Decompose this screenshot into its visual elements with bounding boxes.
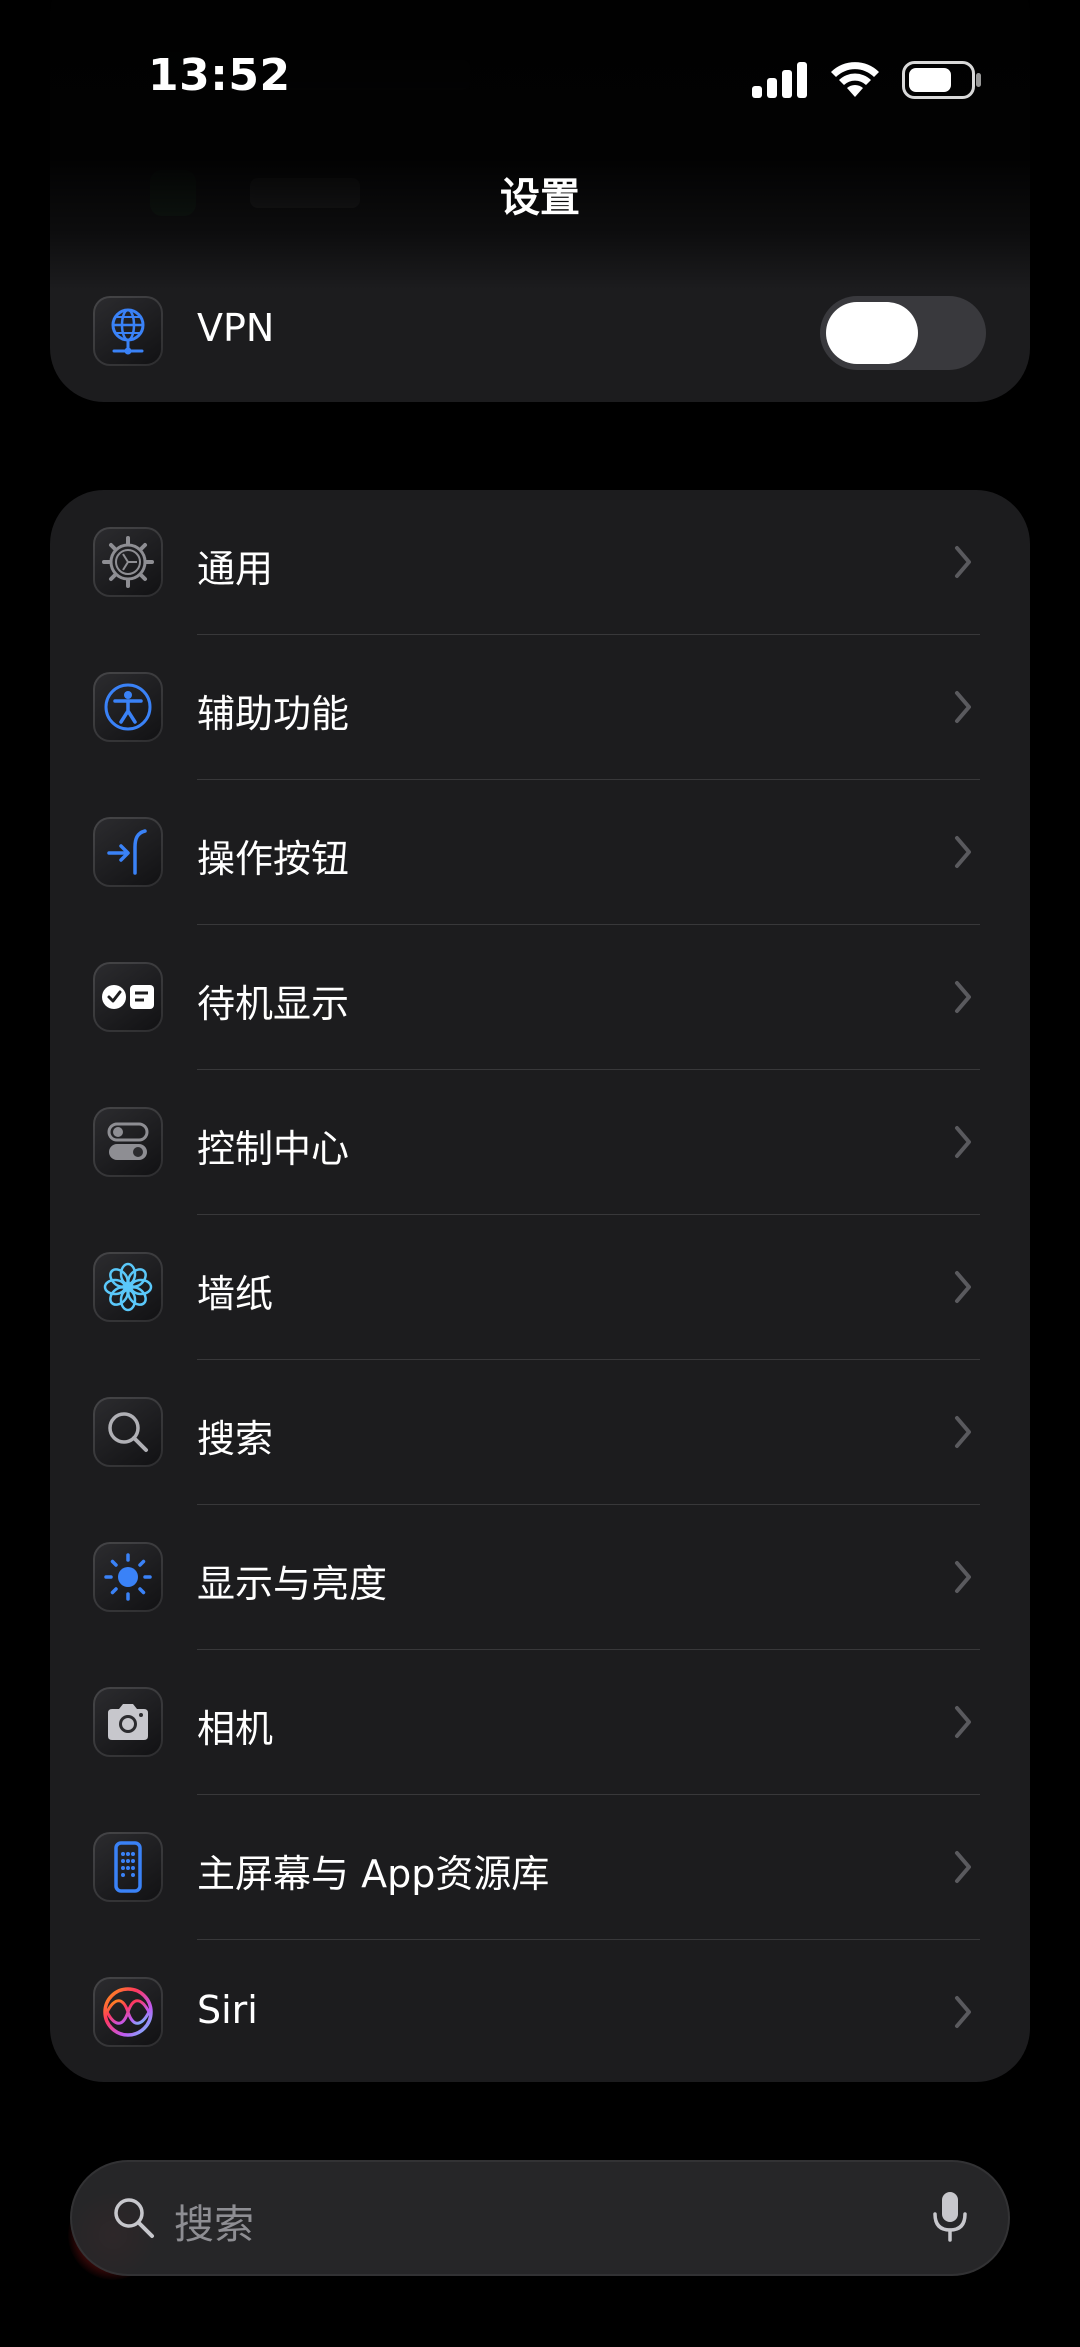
- vpn-globe-icon: [93, 296, 163, 366]
- chevron-right-icon: [955, 1416, 971, 1448]
- wifi-icon: [831, 62, 879, 97]
- settings-row-accessibility[interactable]: 辅助功能: [50, 635, 1030, 780]
- settings-row-label: 辅助功能: [197, 692, 350, 736]
- home-screen-icon: [93, 1832, 163, 1902]
- settings-row-general[interactable]: 通用: [50, 490, 1030, 635]
- chevron-right-icon: [955, 691, 971, 723]
- chevron-right-icon: [955, 1851, 971, 1883]
- navigation-blur: [0, 0, 1080, 290]
- siri-icon: [93, 1977, 163, 2047]
- toggle-knob: [826, 302, 918, 364]
- standby-icon: [93, 962, 163, 1032]
- chevron-right-icon: [955, 1271, 971, 1303]
- chevron-right-icon: [955, 1996, 971, 2028]
- microphone-icon[interactable]: [932, 2190, 968, 2244]
- settings-row-camera[interactable]: 相机: [50, 1650, 1030, 1795]
- settings-screen: 13:52 设置 VPN 通用 辅助功能 操作按钮 待机显示 控制中心 墙纸 搜…: [0, 0, 1080, 2347]
- cellular-signal-icon: [752, 62, 807, 98]
- magnifier-icon: [93, 1397, 163, 1467]
- wallpaper-flower-icon: [93, 1252, 163, 1322]
- settings-row-label: 操作按钮: [197, 837, 350, 881]
- vpn-label: VPN: [197, 306, 275, 350]
- battery-icon: [902, 61, 981, 99]
- settings-row-siri[interactable]: Siri: [50, 1940, 1030, 2085]
- settings-group: 通用 辅助功能 操作按钮 待机显示 控制中心 墙纸 搜索 显示与亮度 相机 主屏…: [50, 490, 1030, 2082]
- settings-row-control-center[interactable]: 控制中心: [50, 1070, 1030, 1215]
- search-input[interactable]: 搜索: [174, 2192, 254, 2250]
- chevron-right-icon: [955, 1706, 971, 1738]
- chevron-right-icon: [955, 1126, 971, 1158]
- search-icon: [114, 2198, 154, 2238]
- settings-row-label: 通用: [197, 547, 274, 591]
- chevron-right-icon: [955, 981, 971, 1013]
- gear-icon: [93, 527, 163, 597]
- page-title: 设置: [500, 175, 580, 221]
- vpn-row[interactable]: VPN: [50, 286, 1030, 402]
- settings-row-label: 待机显示: [197, 982, 350, 1026]
- accessibility-icon: [93, 672, 163, 742]
- action-button-icon: [93, 817, 163, 887]
- settings-row-label: 墙纸: [197, 1272, 274, 1316]
- status-time: 13:52: [148, 50, 291, 101]
- brightness-sun-icon: [93, 1542, 163, 1612]
- chevron-right-icon: [955, 836, 971, 868]
- camera-icon: [93, 1687, 163, 1757]
- settings-row-home-screen[interactable]: 主屏幕与 App资源库: [50, 1795, 1030, 1940]
- vpn-toggle[interactable]: [820, 296, 986, 370]
- search-bar[interactable]: 搜索: [70, 2160, 1010, 2276]
- settings-row-action-button[interactable]: 操作按钮: [50, 780, 1030, 925]
- status-icons: [752, 60, 982, 100]
- settings-row-label: 相机: [197, 1707, 274, 1751]
- settings-row-display-brightness[interactable]: 显示与亮度: [50, 1505, 1030, 1650]
- control-center-icon: [93, 1107, 163, 1177]
- settings-row-standby[interactable]: 待机显示: [50, 925, 1030, 1070]
- chevron-right-icon: [955, 546, 971, 578]
- settings-row-label: 搜索: [197, 1417, 274, 1461]
- settings-row-label: 控制中心: [197, 1127, 350, 1171]
- settings-row-label: 显示与亮度: [197, 1562, 388, 1606]
- chevron-right-icon: [955, 1561, 971, 1593]
- settings-row-wallpaper[interactable]: 墙纸: [50, 1215, 1030, 1360]
- settings-row-search[interactable]: 搜索: [50, 1360, 1030, 1505]
- settings-row-label: 主屏幕与 App资源库: [197, 1852, 550, 1896]
- settings-row-label: Siri: [197, 1988, 258, 2032]
